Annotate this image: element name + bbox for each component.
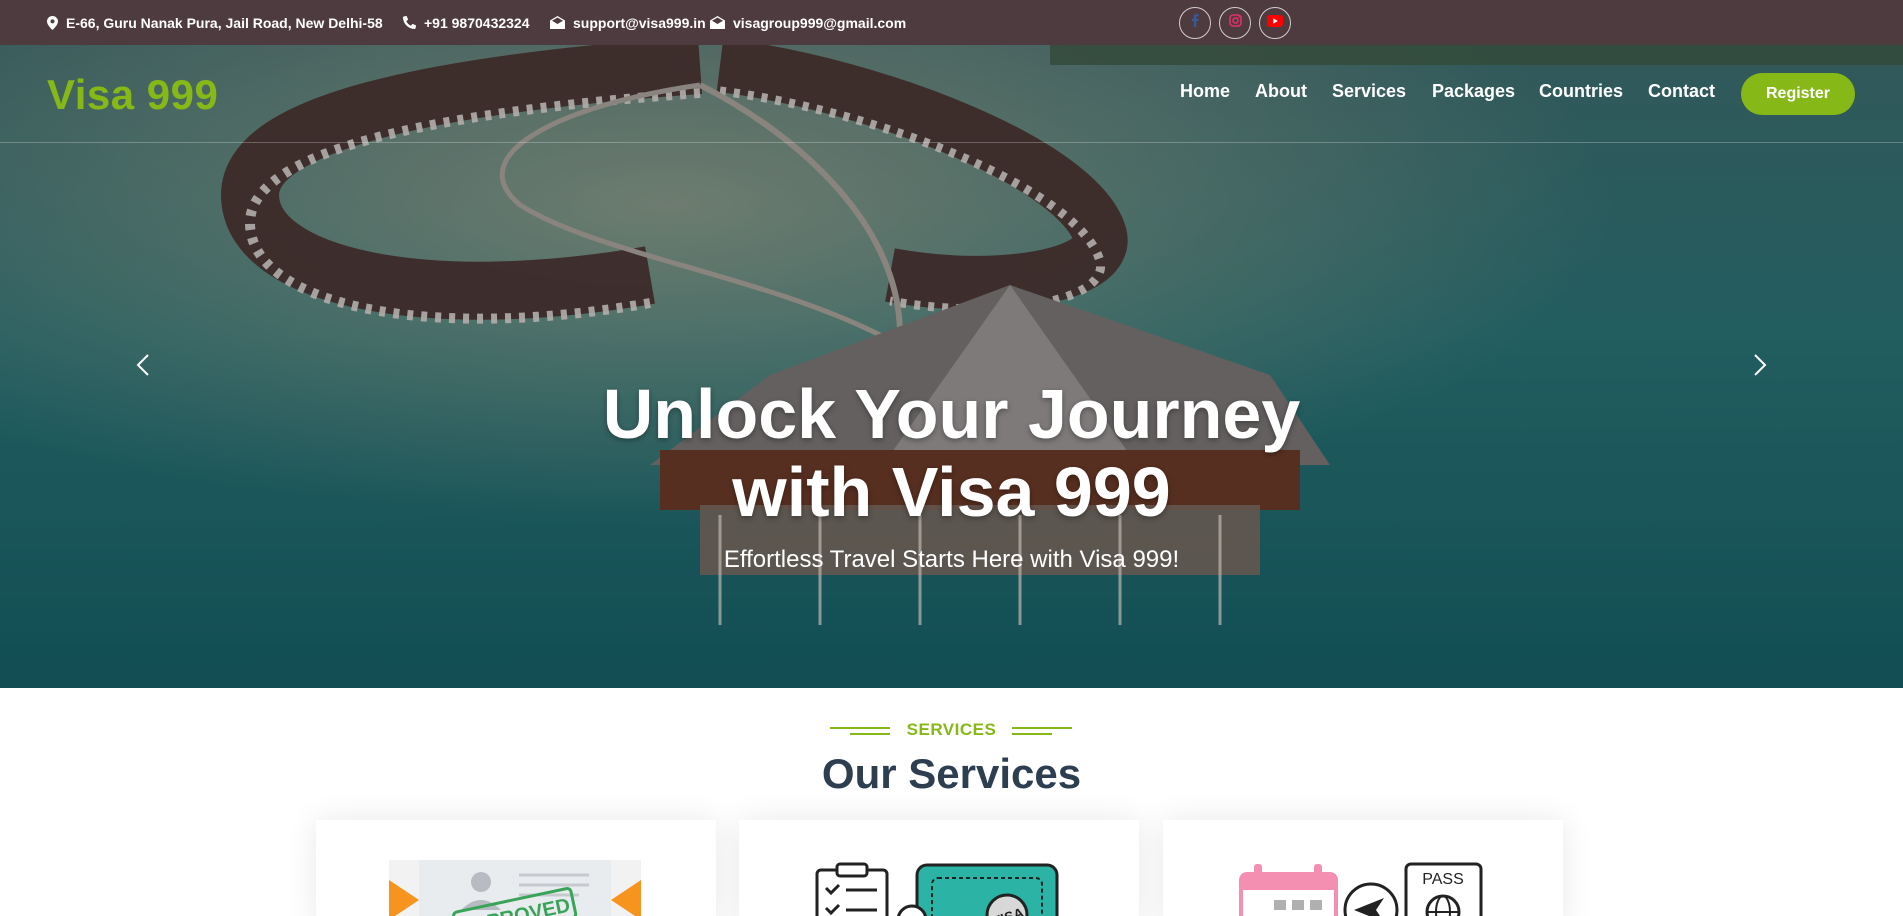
passport-text: PASS [1422,871,1464,888]
service-card-3[interactable]: PASS [1163,820,1563,916]
phone-icon [403,16,416,29]
section-label: SERVICES [0,720,1903,740]
hero-title: Unlock Your Journey with Visa 999 [0,375,1903,531]
nav-countries[interactable]: Countries [1539,81,1623,102]
service-card-2[interactable]: VISA [739,820,1139,916]
nav-services[interactable]: Services [1332,81,1406,102]
site-logo[interactable]: Visa 999 [47,71,218,119]
nav-contact[interactable]: Contact [1648,81,1715,102]
nav-about[interactable]: About [1255,81,1307,102]
hero-title-line-1: Unlock Your Journey [602,375,1301,453]
location-pin-icon [47,15,58,30]
hero-title-line-2: with Visa 999 [732,453,1171,531]
youtube-icon [1267,14,1283,32]
youtube-link[interactable] [1259,7,1291,39]
nav-packages[interactable]: Packages [1432,81,1515,102]
top-bar: E-66, Guru Nanak Pura, Jail Road, New De… [0,0,1903,45]
email-info-1[interactable]: support@visa999.in [550,0,706,45]
instagram-icon [1228,14,1242,32]
facebook-icon [1191,14,1199,32]
hero-subtitle: Effortless Travel Starts Here with Visa … [723,546,1180,573]
service-image-visa: VISA [812,860,1064,916]
email-text-2: visagroup999@gmail.com [733,14,907,31]
service-card-1[interactable]: APPROVED [316,820,716,916]
section-title: Our Services [821,750,1082,797]
main-navbar: Visa 999 Home About Services Packages Co… [0,45,1903,143]
nav-home[interactable]: Home [1180,81,1230,102]
email-text-1: support@visa999.in [573,14,706,31]
envelope-open-icon [710,16,725,29]
address-info: E-66, Guru Nanak Pura, Jail Road, New De… [47,0,383,45]
decor-lines-right [1012,727,1072,735]
phone-text: +91 9870432324 [424,14,530,31]
instagram-link[interactable] [1219,7,1251,39]
email-info-2[interactable]: visagroup999@gmail.com [710,0,906,45]
phone-info[interactable]: +91 9870432324 [403,0,530,45]
service-image-travel: PASS [1236,860,1488,916]
address-text: E-66, Guru Nanak Pura, Jail Road, New De… [66,14,383,31]
register-button[interactable]: Register [1741,73,1855,115]
service-image-approved: APPROVED [389,860,641,916]
facebook-link[interactable] [1179,7,1211,39]
services-label: SERVICES [906,720,997,739]
envelope-open-icon [550,16,565,29]
